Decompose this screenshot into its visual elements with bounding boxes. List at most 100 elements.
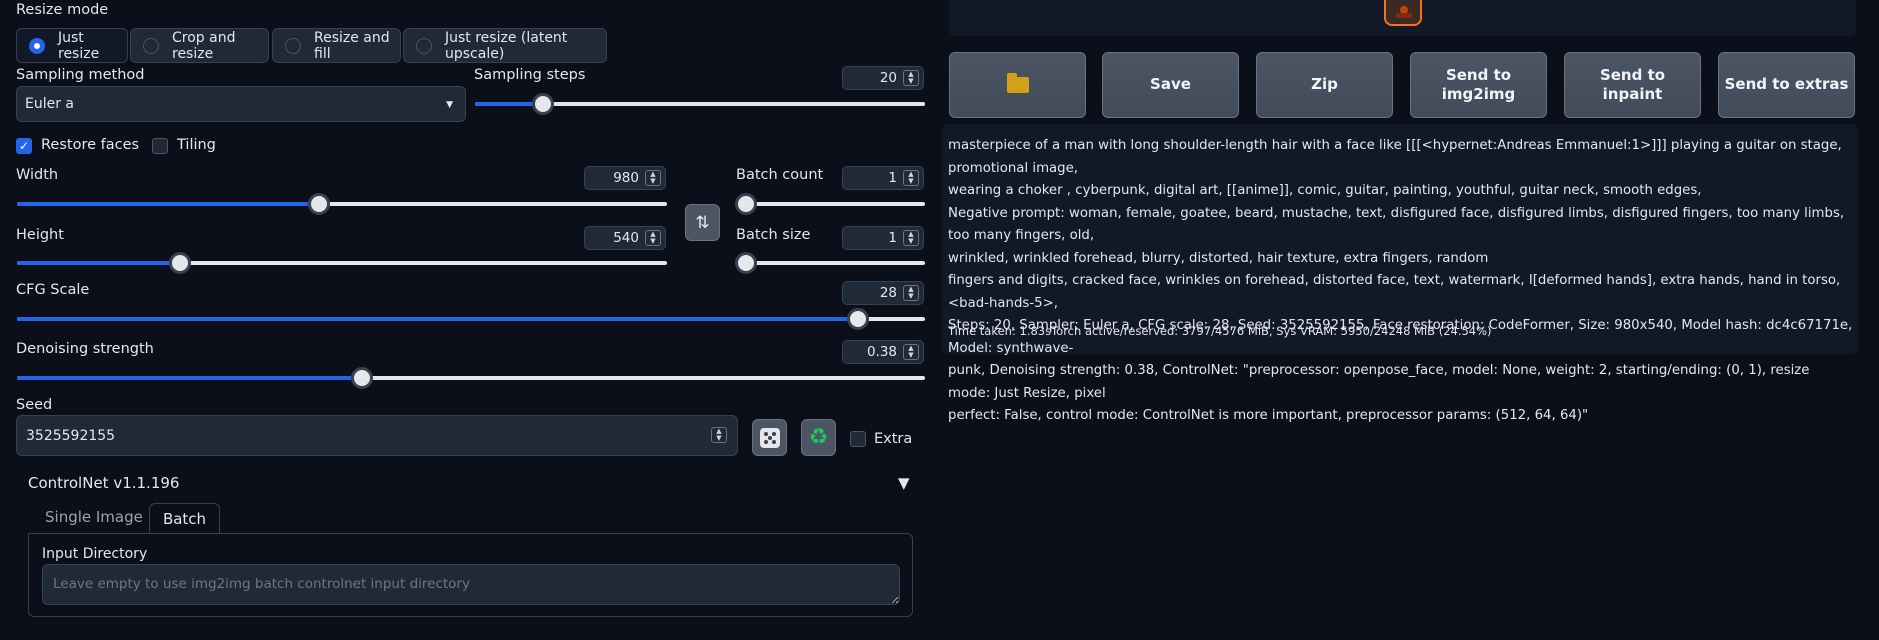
width-input[interactable]: 980 ▲ ▼ (584, 166, 666, 190)
sampling-steps-label: Sampling steps (474, 67, 586, 83)
spinner-icon[interactable]: ▲ ▼ (903, 230, 919, 246)
folder-icon (1006, 73, 1029, 93)
tiling-label: Tiling (177, 137, 216, 153)
extra-seed-label: Extra (874, 431, 913, 447)
button-label-line: Send to (1599, 65, 1666, 84)
sampling-method-label: Sampling method (16, 67, 145, 83)
slider-thumb[interactable] (168, 252, 191, 274)
denoising-strength-value: 0.38 (866, 344, 897, 360)
generation-info-text: masterpiece of a man with long shoulder-… (948, 135, 1853, 428)
extra-seed-checkbox[interactable] (850, 431, 866, 447)
reuse-seed-button[interactable]: ♻ (801, 419, 836, 456)
height-value: 540 (613, 230, 639, 246)
width-slider[interactable] (17, 193, 667, 215)
width-label: Width (16, 167, 59, 183)
radio-latent-upscale[interactable]: Just resize (latent upscale) (403, 28, 607, 63)
info-line: wrinkled, wrinkled forehead, blurry, dis… (948, 250, 1489, 266)
sampling-steps-slider[interactable] (475, 93, 925, 115)
input-directory-field[interactable] (42, 564, 900, 605)
radio-unselected-icon (143, 37, 159, 54)
restore-faces-label: Restore faces (41, 137, 140, 153)
radio-selected-icon (29, 37, 45, 54)
cfg-scale-slider[interactable] (17, 308, 925, 330)
denoising-strength-input[interactable]: 0.38 ▲ ▼ (842, 340, 924, 364)
save-button[interactable]: Save (1102, 52, 1239, 118)
sampling-steps-input[interactable]: 20 ▲ ▼ (842, 66, 924, 90)
recycle-icon: ♻ (808, 425, 829, 450)
spinner-icon[interactable]: ▲ ▼ (645, 230, 661, 246)
tiling-checkbox[interactable] (152, 138, 168, 154)
gallery-thumbnail[interactable] (1384, 0, 1422, 26)
button-label-line: img2img (1441, 85, 1516, 103)
batch-size-label: Batch size (736, 227, 811, 243)
button-label-line: inpaint (1602, 85, 1663, 103)
batch-count-label: Batch count (736, 167, 824, 183)
slider-thumb[interactable] (531, 93, 554, 115)
info-line: fingers and digits, cracked face, wrinkl… (948, 273, 1841, 311)
zip-button[interactable]: Zip (1256, 52, 1393, 118)
spinner-icon[interactable]: ▲ ▼ (711, 427, 727, 443)
info-line: wearing a choker , cyberpunk, digital ar… (948, 183, 1702, 198)
sampling-method-value: Euler a (25, 96, 75, 112)
swap-dimensions-button[interactable]: ⇅ (685, 204, 720, 241)
radio-label: Resize and fill (314, 29, 390, 62)
radio-unselected-icon (285, 37, 301, 54)
seed-value: 3525592155 (26, 427, 116, 444)
radio-resize-and-fill[interactable]: Resize and fill (272, 28, 401, 63)
info-line: Negative prompt: woman, female, goatee, … (948, 205, 1845, 244)
info-line: punk, Denoising strength: 0.38, ControlN… (948, 363, 1810, 401)
batch-count-input[interactable]: 1 ▲ ▼ (842, 166, 924, 190)
tab-label: Batch (162, 510, 207, 528)
slider-thumb[interactable] (846, 308, 869, 330)
swap-vertical-icon: ⇅ (695, 212, 710, 233)
height-label: Height (16, 227, 64, 243)
send-to-extras-button[interactable]: Send to extras (1718, 52, 1855, 118)
restore-faces-checkbox[interactable]: ✓ (16, 138, 32, 154)
slider-thumb[interactable] (351, 367, 374, 389)
random-seed-button[interactable] (752, 419, 787, 456)
spinner-icon[interactable]: ▲ ▼ (903, 344, 919, 360)
collapse-triangle-icon[interactable]: ▼ (898, 474, 910, 492)
batch-count-slider[interactable] (735, 193, 925, 215)
send-extras-label: Send to extras (1724, 75, 1849, 94)
spinner-icon[interactable]: ▲ ▼ (903, 285, 919, 301)
tab-single-image[interactable]: Single Image (45, 508, 143, 526)
dice-icon (759, 427, 780, 448)
radio-crop-and-resize[interactable]: Crop and resize (130, 28, 269, 63)
spinner-icon[interactable]: ▲ ▼ (903, 70, 919, 86)
height-slider[interactable] (17, 252, 667, 274)
batch-size-input[interactable]: 1 ▲ ▼ (842, 226, 924, 250)
seed-input[interactable]: 3525592155 ▲ ▼ (16, 415, 738, 456)
input-directory-label: Input Directory (42, 546, 148, 562)
open-folder-button[interactable] (949, 52, 1086, 118)
resize-mode-label: Resize mode (16, 2, 109, 18)
controlnet-title[interactable]: ControlNet v1.1.196 (28, 474, 179, 492)
save-label: Save (1150, 75, 1191, 94)
send-to-img2img-button[interactable]: Send to img2img (1410, 52, 1547, 118)
time-taken-text: Time taken: 1.83sTorch active/reserved: … (948, 324, 1492, 338)
spinner-icon[interactable]: ▲ ▼ (645, 170, 661, 186)
spinner-icon[interactable]: ▲ ▼ (903, 170, 919, 186)
height-input[interactable]: 540 ▲ ▼ (584, 226, 666, 250)
radio-unselected-icon (416, 37, 432, 54)
cfg-scale-input[interactable]: 28 ▲ ▼ (842, 281, 924, 305)
partial-text-cutoff (28, 634, 488, 640)
cfg-scale-value: 28 (879, 285, 897, 301)
cfg-scale-label: CFG Scale (16, 282, 90, 298)
button-label-line: Send to (1445, 65, 1512, 84)
sampling-method-select[interactable]: Euler a ▼ (16, 86, 466, 122)
seed-label: Seed (16, 397, 53, 413)
denoising-strength-slider[interactable] (17, 367, 925, 389)
send-to-inpaint-button[interactable]: Send to inpaint (1564, 52, 1701, 118)
slider-thumb[interactable] (308, 193, 331, 215)
chevron-down-icon: ▼ (446, 100, 453, 110)
radio-label: Just resize (58, 29, 100, 62)
slider-thumb[interactable] (735, 193, 757, 215)
denoising-strength-label: Denoising strength (16, 341, 154, 357)
batch-count-value: 1 (888, 170, 897, 186)
batch-size-slider[interactable] (735, 252, 925, 274)
tab-batch[interactable]: Batch (149, 503, 220, 534)
info-line: perfect: False, control mode: ControlNet… (948, 408, 1589, 423)
radio-just-resize[interactable]: Just resize (16, 28, 128, 63)
slider-thumb[interactable] (735, 252, 757, 274)
